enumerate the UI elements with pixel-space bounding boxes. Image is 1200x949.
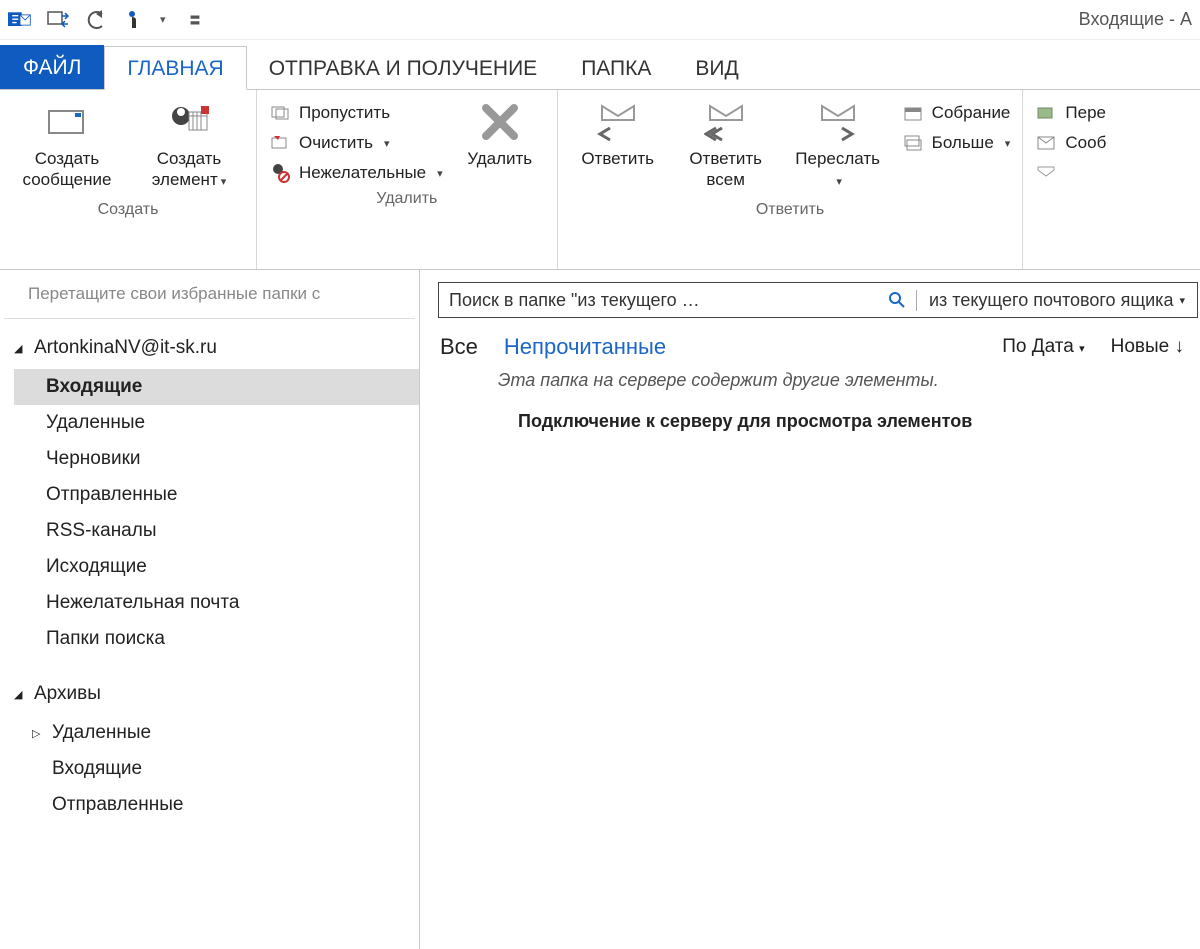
filter-all[interactable]: Все — [440, 334, 478, 360]
filter-bar: Все Непрочитанные По Дата ▾ Новые ↓ — [438, 318, 1200, 366]
collapse-icon: ▷ — [32, 727, 46, 740]
expand-icon: ◢ — [14, 688, 28, 701]
folder-deleted[interactable]: Удаленные — [14, 405, 419, 441]
ribbon-tabs: ФАЙЛ ГЛАВНАЯ ОТПРАВКА И ПОЛУЧЕНИЕ ПАПКА … — [0, 40, 1200, 90]
more-respond-button[interactable]: Больше — [902, 132, 1011, 154]
delete-icon — [478, 102, 522, 142]
qat-customize-icon[interactable]: ▾ — [160, 13, 166, 26]
reply-all-button[interactable]: Ответить всем — [678, 98, 774, 195]
tab-folder[interactable]: ПАПКА — [559, 47, 673, 89]
junk-icon — [269, 162, 291, 184]
reply-icon — [596, 102, 640, 142]
window-title: Входящие - A — [1079, 9, 1192, 30]
junk-button[interactable]: Нежелательные — [269, 162, 443, 184]
quickstep-message[interactable]: Сооб — [1035, 132, 1106, 154]
tab-view[interactable]: ВИД — [673, 47, 760, 89]
new-email-button[interactable]: Создать сообщение — [12, 98, 122, 195]
expand-icon: ◢ — [14, 342, 28, 355]
ignore-button[interactable]: Пропустить — [269, 102, 443, 124]
search-bar: Поиск в папке "из текущего … из текущего… — [438, 282, 1198, 318]
server-note: Эта папка на сервере содержит другие эле… — [438, 366, 1200, 411]
delete-button[interactable]: Удалить — [455, 98, 545, 173]
new-item-icon — [167, 102, 211, 142]
ribbon-group-respond: Ответить Ответить всем Переслать Собрани… — [558, 90, 1024, 269]
outlook-logo-icon — [8, 8, 32, 32]
quickstep-move[interactable]: Пере — [1035, 102, 1106, 124]
archive-folder-deleted[interactable]: ▷ Удаленные — [14, 715, 419, 751]
arrow-down-icon: ↓ — [1175, 336, 1185, 357]
tab-home[interactable]: ГЛАВНАЯ — [104, 46, 246, 90]
ignore-icon — [269, 102, 291, 124]
title-bar: ▾ 〓 Входящие - A — [0, 0, 1200, 40]
connect-note[interactable]: Подключение к серверу для просмотра элем… — [438, 411, 1200, 432]
qat-overflow-icon[interactable]: 〓 — [190, 12, 201, 28]
send-receive-icon[interactable] — [46, 8, 70, 32]
move-icon — [1035, 102, 1057, 124]
message-list-pane: Поиск в папке "из текущего … из текущего… — [420, 270, 1200, 949]
sort-order-toggle[interactable]: Новые ↓ — [1111, 336, 1184, 358]
folder-inbox[interactable]: Входящие — [14, 369, 419, 405]
search-scope-dropdown[interactable]: из текущего почтового ящика ▾ — [916, 290, 1197, 311]
divider — [4, 318, 415, 319]
chevron-down-icon: ▾ — [1079, 343, 1085, 355]
meeting-button[interactable]: Собрание — [902, 102, 1011, 124]
filter-unread[interactable]: Непрочитанные — [504, 334, 666, 360]
archive-folder-sent[interactable]: Отправленные — [14, 787, 419, 823]
folder-search[interactable]: Папки поиска — [14, 621, 419, 657]
ribbon-group-create: Создать сообщение Создать элемент Создат… — [0, 90, 257, 269]
search-input[interactable]: Поиск в папке "из текущего … — [439, 290, 916, 311]
meeting-icon — [902, 102, 924, 124]
ribbon-group-respond-label: Ответить — [756, 195, 824, 219]
reply-all-icon — [704, 102, 748, 142]
folder-pane: Перетащите свои избранные папки с ◢ Arto… — [0, 270, 420, 949]
message-icon — [1035, 132, 1057, 154]
new-item-button[interactable]: Создать элемент — [134, 98, 244, 195]
folder-outbox[interactable]: Исходящие — [14, 549, 419, 585]
forward-button[interactable]: Переслать — [786, 98, 890, 192]
tab-send-receive[interactable]: ОТПРАВКА И ПОЛУЧЕНИЕ — [247, 47, 559, 89]
reply-button[interactable]: Ответить — [570, 98, 666, 173]
account-node[interactable]: ◢ ArtonkinaNV@it-sk.ru — [14, 333, 419, 369]
folder-drafts[interactable]: Черновики — [14, 441, 419, 477]
ribbon-group-delete: Пропустить Очистить Нежелательные Удалит… — [257, 90, 558, 269]
archives-node[interactable]: ◢ Архивы — [14, 679, 419, 715]
tab-file[interactable]: ФАЙЛ — [0, 45, 104, 89]
quick-access-toolbar: ▾ 〓 — [8, 8, 201, 32]
chevron-down-icon: ▾ — [1179, 294, 1185, 307]
ribbon: Создать сообщение Создать элемент Создат… — [0, 90, 1200, 270]
ribbon-group-delete-label: Удалить — [376, 184, 437, 208]
favorites-hint: Перетащите свои избранные папки с — [0, 284, 419, 318]
touch-mode-icon[interactable] — [122, 8, 146, 32]
forward-icon — [816, 102, 860, 142]
ribbon-group-quicksteps: Пере Сооб — [1023, 90, 1118, 269]
folder-sent[interactable]: Отправленные — [14, 477, 419, 513]
new-email-icon — [45, 102, 89, 142]
archive-folder-inbox[interactable]: Входящие — [14, 751, 419, 787]
cleanup-button[interactable]: Очистить — [269, 132, 443, 154]
envelope-icon — [1035, 162, 1057, 184]
ribbon-group-create-label: Создать — [98, 195, 159, 219]
folder-rss[interactable]: RSS-каналы — [14, 513, 419, 549]
undo-icon[interactable] — [84, 8, 108, 32]
sort-by-dropdown[interactable]: По Дата ▾ — [1002, 336, 1084, 358]
search-icon — [888, 291, 906, 309]
more-icon — [902, 132, 924, 154]
quickstep-extra[interactable] — [1035, 162, 1106, 184]
main: Перетащите свои избранные папки с ◢ Arto… — [0, 270, 1200, 949]
cleanup-icon — [269, 132, 291, 154]
folder-junk[interactable]: Нежелательная почта — [14, 585, 419, 621]
